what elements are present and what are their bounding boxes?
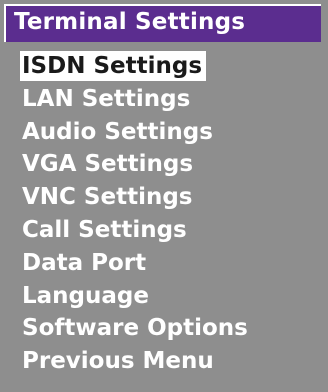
settings-menu: ISDN Settings LAN Settings Audio Setting… [20, 50, 320, 378]
menu-item-previous-menu[interactable]: Previous Menu [20, 345, 320, 378]
menu-item-label: ISDN Settings [20, 51, 207, 81]
menu-item-label: Previous Menu [22, 348, 214, 375]
menu-item-label: Language [22, 282, 149, 309]
title-bar: Terminal Settings [4, 4, 321, 42]
window-title: Terminal Settings [14, 9, 246, 35]
menu-item-isdn-settings[interactable]: ISDN Settings [20, 50, 320, 83]
menu-item-label: LAN Settings [22, 85, 191, 112]
menu-item-lan-settings[interactable]: LAN Settings [20, 83, 320, 116]
menu-item-software-options[interactable]: Software Options [20, 312, 320, 345]
menu-item-label: Software Options [22, 315, 248, 342]
menu-item-language[interactable]: Language [20, 280, 320, 313]
menu-item-audio-settings[interactable]: Audio Settings [20, 116, 320, 149]
menu-item-label: Data Port [22, 249, 147, 276]
menu-item-label: Call Settings [22, 216, 187, 243]
menu-item-vnc-settings[interactable]: VNC Settings [20, 181, 320, 214]
menu-item-vga-settings[interactable]: VGA Settings [20, 148, 320, 181]
menu-item-call-settings[interactable]: Call Settings [20, 214, 320, 247]
menu-item-label: VGA Settings [22, 151, 194, 178]
menu-item-label: Audio Settings [22, 118, 213, 145]
terminal-settings-window: Terminal Settings ISDN Settings LAN Sett… [2, 2, 326, 388]
menu-item-label: VNC Settings [22, 184, 193, 211]
menu-item-data-port[interactable]: Data Port [20, 247, 320, 280]
